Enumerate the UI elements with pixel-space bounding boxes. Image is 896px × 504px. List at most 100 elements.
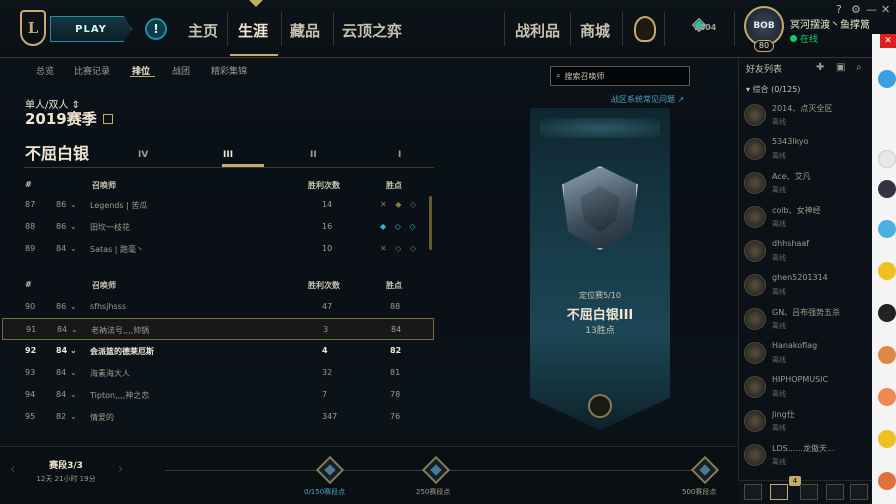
list-item[interactable]: LDS......龙傲天... 离线 bbox=[742, 440, 870, 474]
close-icon[interactable]: ✕ bbox=[880, 34, 896, 48]
folder-icon[interactable]: ▣ bbox=[836, 62, 845, 73]
row-name: 海素海大人 bbox=[90, 369, 130, 378]
row-rank: 90 bbox=[25, 302, 36, 311]
user-status[interactable]: 在线 bbox=[790, 32, 818, 45]
next-arrow-icon[interactable]: › bbox=[118, 462, 123, 477]
table-row[interactable]: 92 84 ⌄ 会派篮的德莱厄斯 4 82 bbox=[22, 340, 432, 362]
nav-loot[interactable]: 战利品 bbox=[515, 20, 560, 41]
table-row[interactable]: 87 86 ⌄ Legends | 苦瓜 14 ✕ ◆ ◇ bbox=[22, 194, 432, 216]
prev-arrow-icon[interactable]: ‹ bbox=[10, 462, 15, 477]
row-rank: 87 bbox=[25, 200, 36, 209]
avatar[interactable] bbox=[878, 150, 896, 168]
scrollbar[interactable] bbox=[429, 196, 432, 250]
division-tab-i[interactable]: I bbox=[398, 150, 401, 160]
table-row-self[interactable]: 91 84 ⌄ 老衲法号,,,,帅锅 3 84 bbox=[2, 318, 434, 340]
nav-tft[interactable]: 云顶之弈 bbox=[342, 20, 402, 41]
table-row[interactable]: 93 84 ⌄ 海素海大人 32 81 bbox=[22, 362, 432, 384]
promo-series-icons: ✕ ◆ ◇ bbox=[380, 200, 420, 209]
friend-name: Jing仕 bbox=[772, 410, 795, 419]
row-name: 会派篮的德莱厄斯 bbox=[90, 347, 154, 356]
friend-avatar bbox=[744, 308, 766, 330]
chat-icon[interactable] bbox=[744, 484, 762, 500]
avatar[interactable] bbox=[878, 346, 896, 364]
avatar[interactable] bbox=[878, 304, 896, 322]
friend-status: 离线 bbox=[772, 152, 786, 160]
division-tab-iv[interactable]: IV bbox=[138, 150, 148, 160]
col-header-wins: 胜利次数 bbox=[308, 281, 340, 290]
close-icon[interactable]: ✕ bbox=[881, 3, 890, 16]
client-window: L PLAY ! 主页 生涯 藏品 云顶之弈 战利品 商城 100 2404 B… bbox=[0, 0, 896, 504]
row-level: 84 bbox=[57, 325, 68, 334]
friend-name: colb、女神经 bbox=[772, 206, 821, 215]
list-item[interactable]: GN、吕布强势五杀 离线 bbox=[742, 304, 870, 338]
nav-store[interactable]: 商城 bbox=[580, 20, 610, 41]
table-row[interactable]: 88 86 ⌄ 田坎一枝花 16 ◆ ◇ ◇ bbox=[22, 216, 432, 238]
banner-glow bbox=[540, 118, 660, 138]
avatar[interactable] bbox=[878, 70, 896, 88]
row-wins: 3 bbox=[323, 325, 329, 334]
list-item[interactable]: 2014、点灭全区 离线 bbox=[742, 100, 870, 134]
username[interactable]: 冥河摆渡丶鱼撑篙 bbox=[790, 16, 870, 31]
play-button[interactable]: PLAY bbox=[50, 16, 132, 42]
mic-icon[interactable] bbox=[800, 484, 818, 500]
table-row[interactable]: 90 86 ⌄ sfhsjhsss 47 88 bbox=[22, 296, 432, 318]
avatar[interactable] bbox=[878, 180, 896, 198]
list-item[interactable]: Jing仕 离线 bbox=[742, 406, 870, 440]
list-item[interactable]: HIPHOPMUSIC 离线 bbox=[742, 372, 870, 406]
list-item[interactable]: Hanakoflag 离线 bbox=[742, 338, 870, 372]
banner-crest-icon bbox=[588, 394, 612, 418]
col-header-wins: 胜利次数 bbox=[308, 181, 340, 190]
friend-name: Ace、艾凡 bbox=[772, 172, 811, 181]
table-row[interactable]: 89 84 ⌄ Satas | 跑毫丶 10 ✕ ◇ ◇ bbox=[22, 238, 432, 260]
division-tab-ii[interactable]: II bbox=[310, 150, 317, 160]
list-item[interactable]: 5343lkyo 离线 bbox=[742, 134, 870, 168]
friends-group[interactable]: ▾ 综合 (0/125) bbox=[746, 84, 800, 95]
friend-avatar bbox=[744, 410, 766, 432]
list-item[interactable]: Ace、艾凡 离线 bbox=[742, 168, 870, 202]
subtab-highlights[interactable]: 精彩集锦 bbox=[211, 64, 247, 77]
row-name: sfhsjhsss bbox=[90, 302, 127, 311]
gear-icon[interactable]: ⚙ bbox=[851, 3, 861, 16]
list-item[interactable]: ghen5201314 离线 bbox=[742, 270, 870, 304]
friend-avatar bbox=[744, 274, 766, 296]
window-icon[interactable] bbox=[850, 484, 868, 500]
alert-icon[interactable]: ! bbox=[145, 18, 167, 40]
avatar[interactable] bbox=[878, 472, 896, 490]
add-friend-icon[interactable]: ✚ bbox=[816, 62, 824, 73]
chevron-down-icon: ⌄ bbox=[70, 390, 77, 399]
list-item[interactable]: dhhshaaf 离线 bbox=[742, 236, 870, 270]
missions-icon[interactable] bbox=[770, 484, 788, 500]
search-icon[interactable]: ⌕ bbox=[856, 62, 862, 73]
faq-link[interactable]: 战区系统常见问题 ↗ bbox=[611, 94, 684, 105]
chevron-down-icon: ⌄ bbox=[70, 244, 77, 253]
friend-status: 离线 bbox=[772, 186, 786, 194]
avatar[interactable] bbox=[878, 430, 896, 448]
row-lp: 84 bbox=[391, 325, 402, 334]
nav-collection[interactable]: 藏品 bbox=[290, 20, 320, 41]
search-input[interactable]: ⌕ 搜索召唤师 bbox=[550, 66, 690, 86]
row-rank: 95 bbox=[25, 412, 36, 421]
subtab-match-history[interactable]: 比赛记录 bbox=[74, 64, 110, 77]
segment-title: 赛段3/3 bbox=[49, 461, 83, 471]
subtab-clash[interactable]: 战团 bbox=[172, 64, 190, 77]
avatar[interactable] bbox=[878, 220, 896, 238]
help-icon[interactable]: ? bbox=[836, 3, 842, 16]
division-tab-iii[interactable]: III bbox=[223, 150, 233, 160]
segment-bar bbox=[0, 446, 738, 504]
list-item[interactable]: colb、女神经 离线 bbox=[742, 202, 870, 236]
hextech-chest-icon[interactable] bbox=[634, 16, 656, 42]
table-row[interactable]: 95 82 ⌄ 情爱的 347 76 bbox=[22, 406, 432, 428]
table-row[interactable]: 94 84 ⌄ Tipton,,,,神之恋 7 78 bbox=[22, 384, 432, 406]
rank-banner bbox=[530, 108, 670, 430]
minimize-icon[interactable]: — bbox=[866, 3, 877, 16]
nav-profile[interactable]: 生涯 bbox=[238, 20, 268, 41]
notes-icon[interactable] bbox=[826, 484, 844, 500]
milestone-label: 500赛段点 bbox=[682, 488, 717, 496]
season-info-icon[interactable] bbox=[102, 113, 113, 124]
subtab-overview[interactable]: 总览 bbox=[36, 64, 54, 77]
nav-home[interactable]: 主页 bbox=[188, 20, 218, 41]
league-logo-icon[interactable]: L bbox=[20, 10, 46, 46]
avatar[interactable] bbox=[878, 262, 896, 280]
avatar[interactable] bbox=[878, 388, 896, 406]
chevron-down-icon: ⌄ bbox=[70, 346, 77, 355]
